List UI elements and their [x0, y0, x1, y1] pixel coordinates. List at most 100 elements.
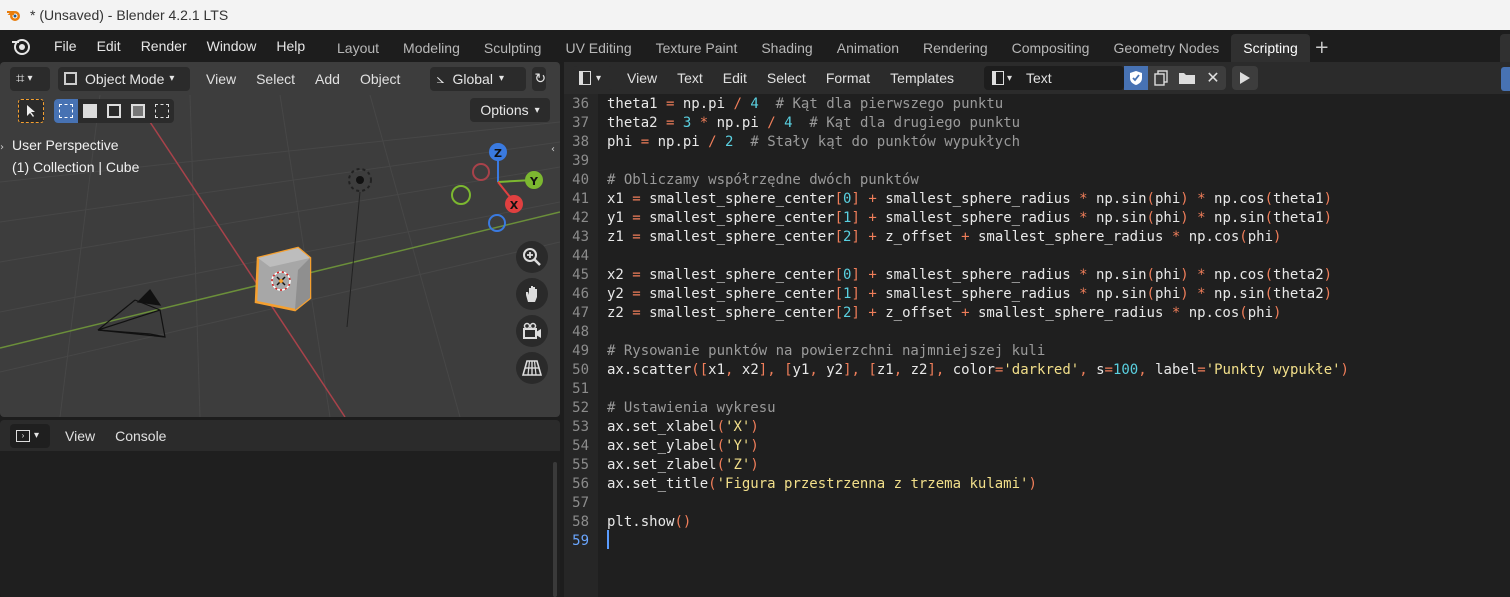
- code-text[interactable]: y2 = smallest_sphere_center[1] + smalles…: [607, 285, 1332, 304]
- text-datablock-icon: [991, 71, 1004, 85]
- code-text[interactable]: y1 = smallest_sphere_center[1] + smalles…: [607, 209, 1332, 228]
- tab-layout[interactable]: Layout: [325, 34, 391, 62]
- code-text[interactable]: # Rysowanie punktów na powierzchni najmn…: [607, 342, 1045, 361]
- menu-help[interactable]: Help: [266, 38, 315, 54]
- tab-geometry-nodes[interactable]: Geometry Nodes: [1101, 34, 1231, 62]
- line-number: 54: [572, 438, 589, 454]
- editor-menu-view[interactable]: View: [627, 70, 657, 86]
- code-text[interactable]: ax.set_title('Figura przestrzenna z trze…: [607, 475, 1037, 494]
- code-text[interactable]: x1 = smallest_sphere_center[0] + smalles…: [607, 190, 1332, 209]
- line-number: 38: [572, 134, 589, 150]
- 3d-viewport[interactable]: Z Y X ⌗ ▾ Object Mode ▾ View Select Add Ob…: [0, 62, 560, 417]
- code-text[interactable]: # Obliczamy współrzędne dwóch punktów: [607, 171, 919, 190]
- code-text[interactable]: ax.set_ylabel('Y'): [607, 437, 759, 456]
- console-editor-type-button[interactable]: › ▾: [10, 423, 50, 448]
- editor-menu-templates[interactable]: Templates: [890, 70, 954, 86]
- object-mode-dropdown[interactable]: Object Mode ▾: [58, 66, 190, 91]
- python-console[interactable]: › ▾ View Console: [0, 420, 560, 597]
- tab-sculpting[interactable]: Sculpting: [472, 34, 554, 62]
- tab-texture-paint[interactable]: Texture Paint: [644, 34, 750, 62]
- fake-user-shield-icon[interactable]: [1123, 66, 1148, 90]
- code-text[interactable]: z1 = smallest_sphere_center[2] + z_offse…: [607, 228, 1281, 247]
- console-menu-console[interactable]: Console: [115, 428, 166, 444]
- editor-menu-text[interactable]: Text: [677, 70, 703, 86]
- select-invert-icon[interactable]: [126, 99, 150, 123]
- editor-menu-edit[interactable]: Edit: [723, 70, 747, 86]
- tab-compositing[interactable]: Compositing: [1000, 34, 1102, 62]
- tab-modeling[interactable]: Modeling: [391, 34, 472, 62]
- line-number: 40: [572, 172, 589, 188]
- text-editor[interactable]: ▾ View Text Edit Select Format Templates…: [564, 62, 1510, 597]
- editor-type-button[interactable]: ⌗ ▾: [10, 66, 50, 91]
- orientation-icon: ⦣: [436, 70, 445, 86]
- console-scrollbar[interactable]: [553, 462, 557, 597]
- code-text[interactable]: ax.scatter([x1, x2], [y1, y2], [z1, z2],…: [607, 361, 1349, 380]
- console-menu-view[interactable]: View: [65, 428, 95, 444]
- tab-shading[interactable]: Shading: [749, 34, 824, 62]
- menu-edit[interactable]: Edit: [87, 38, 131, 54]
- code-text[interactable]: z2 = smallest_sphere_center[2] + z_offse…: [607, 304, 1281, 323]
- line-number: 50: [572, 362, 589, 378]
- open-folder-icon[interactable]: [1173, 66, 1200, 90]
- line-number: 51: [572, 381, 589, 397]
- window-title: * (Unsaved) - Blender 4.2.1 LTS: [30, 7, 229, 23]
- pan-hand-icon[interactable]: [516, 278, 548, 310]
- line-number: 48: [572, 324, 589, 340]
- tab-animation[interactable]: Animation: [825, 34, 911, 62]
- perspective-grid-icon[interactable]: [516, 352, 548, 384]
- text-datablock-name[interactable]: Text: [1026, 70, 1052, 86]
- line-number: 59: [572, 533, 589, 549]
- code-text[interactable]: ax.set_xlabel('X'): [607, 418, 759, 437]
- line-number: 37: [572, 115, 589, 131]
- pivot-button[interactable]: ↻: [532, 66, 547, 91]
- tab-uv-editing[interactable]: UV Editing: [553, 34, 643, 62]
- chevron-down-icon: ▾: [534, 104, 540, 116]
- select-tool-icon[interactable]: [18, 99, 44, 123]
- new-text-icon[interactable]: [1147, 66, 1174, 90]
- menu-file[interactable]: File: [44, 38, 87, 54]
- camera-view-icon[interactable]: [516, 315, 548, 347]
- code-text[interactable]: theta1 = np.pi / 4 # Kąt dla pierwszego …: [607, 95, 1003, 114]
- select-extend-icon[interactable]: [78, 99, 102, 123]
- options-dropdown[interactable]: Options ▾: [470, 98, 550, 122]
- unlink-close-icon[interactable]: ✕: [1199, 66, 1226, 90]
- code-text[interactable]: x2 = smallest_sphere_center[0] + smalles…: [607, 266, 1332, 285]
- line-number: 52: [572, 400, 589, 416]
- chevron-down-icon: ▾: [34, 430, 40, 441]
- line-number: 55: [572, 457, 589, 473]
- zoom-icon[interactable]: [516, 241, 548, 273]
- text-datablock-selector[interactable]: ▾ Text: [983, 66, 1124, 90]
- select-subtract-icon[interactable]: [102, 99, 126, 123]
- menu-render[interactable]: Render: [131, 38, 197, 54]
- viewport-menu-select[interactable]: Select: [256, 71, 295, 87]
- tab-scripting[interactable]: Scripting: [1231, 34, 1310, 62]
- code-text[interactable]: ax.set_zlabel('Z'): [607, 456, 759, 475]
- viewport-header: ⌗ ▾ Object Mode ▾ View Select Add Object ⦣…: [0, 62, 560, 95]
- viewport-menu-object[interactable]: Object: [360, 71, 400, 87]
- gizmo-y-label: Y: [529, 175, 539, 188]
- text-editor-type-button[interactable]: ▾: [573, 66, 613, 90]
- sidebar-toggle-icon[interactable]: [1501, 67, 1510, 91]
- editor-menu-select[interactable]: Select: [767, 70, 806, 86]
- transform-orientation-dropdown[interactable]: ⦣ Global ▾: [430, 66, 527, 91]
- add-workspace-icon[interactable]: +: [1310, 34, 1334, 62]
- code-text[interactable]: # Ustawienia wykresu: [607, 399, 776, 418]
- line-number: 39: [572, 153, 589, 169]
- line-number: 46: [572, 286, 589, 302]
- run-script-icon[interactable]: [1231, 66, 1258, 90]
- code-text[interactable]: theta2 = 3 * np.pi / 4 # Kąt dla drugieg…: [607, 114, 1020, 133]
- editor-menu-format[interactable]: Format: [826, 70, 870, 86]
- select-intersect-icon[interactable]: [150, 99, 174, 123]
- tab-rendering[interactable]: Rendering: [911, 34, 1000, 62]
- select-new-icon[interactable]: [54, 99, 78, 123]
- viewport-menu-add[interactable]: Add: [315, 71, 340, 87]
- line-number: 45: [572, 267, 589, 283]
- code-text[interactable]: plt.show(): [607, 513, 691, 532]
- viewport-menu-view[interactable]: View: [206, 71, 236, 87]
- sidebar-expand-icon[interactable]: ‹: [551, 144, 555, 155]
- header-edge: [1500, 34, 1510, 62]
- blender-menu-icon[interactable]: [10, 35, 32, 57]
- menu-window[interactable]: Window: [197, 38, 267, 54]
- toolbar-expand-icon[interactable]: ›: [0, 142, 4, 153]
- code-text[interactable]: phi = np.pi / 2 # Stały kąt do punktów w…: [607, 133, 1020, 152]
